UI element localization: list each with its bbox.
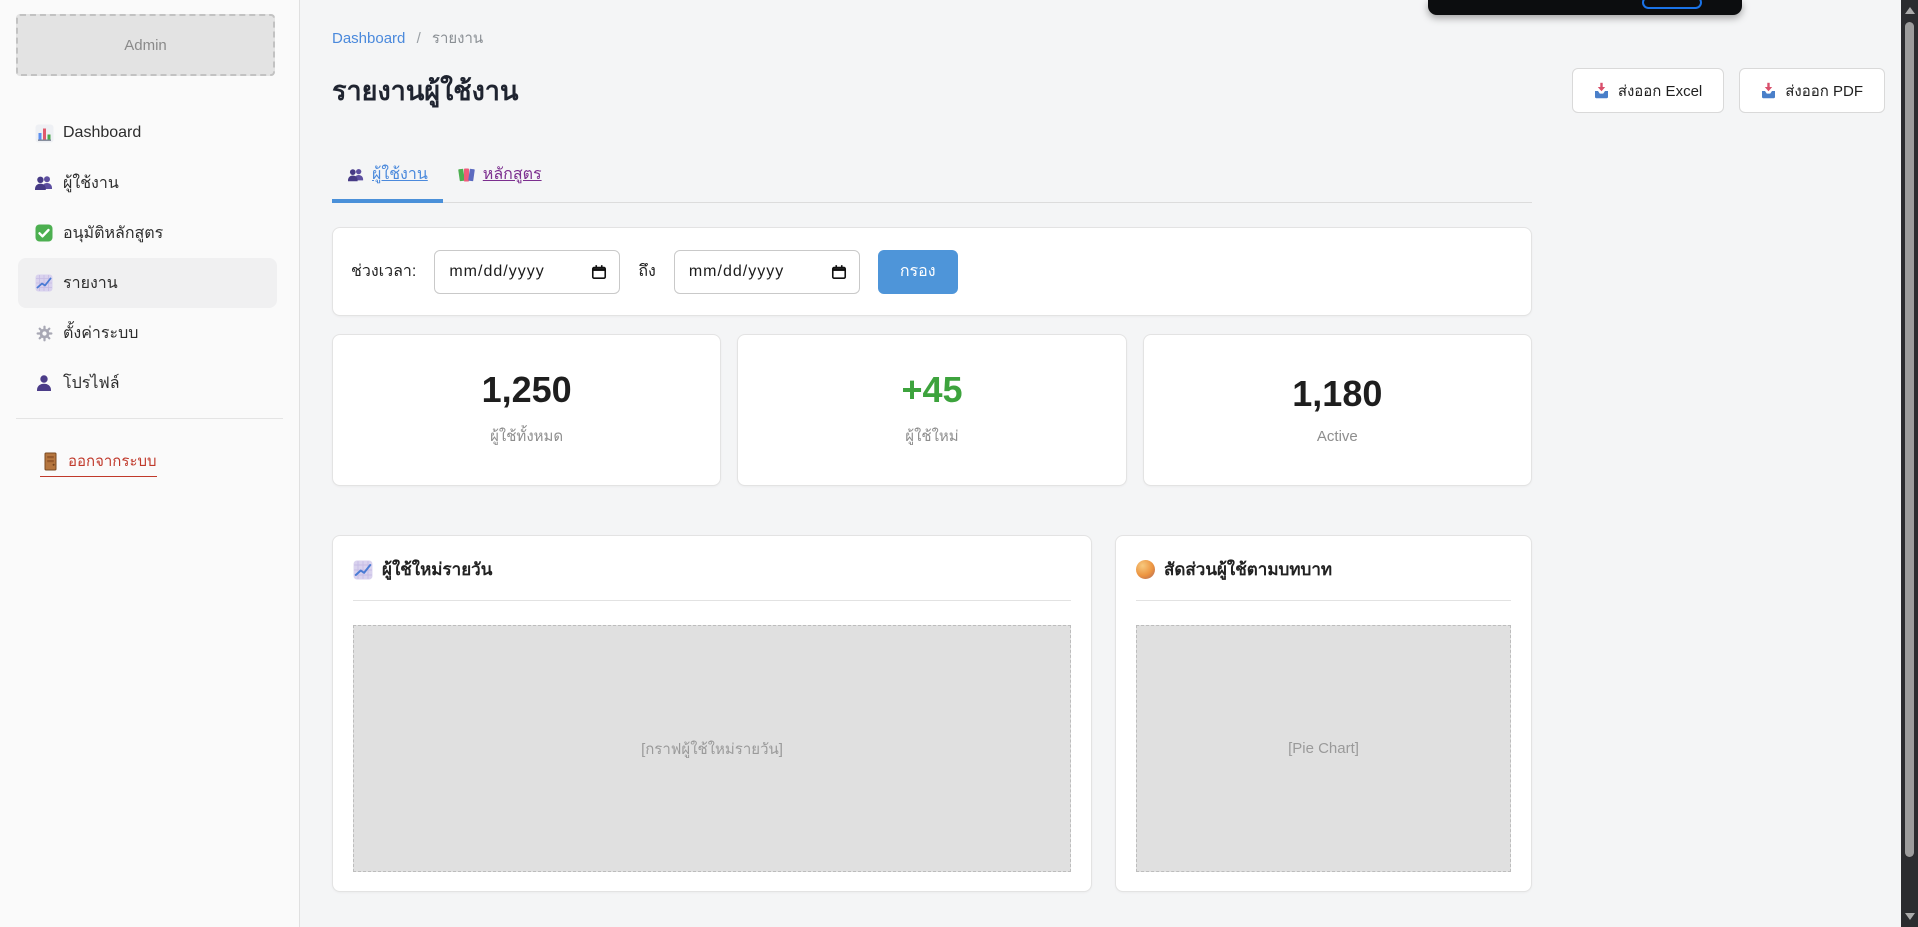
page-header: รายงานผู้ใช้งาน ส่งออก Excel ส่งออก PDF bbox=[332, 68, 1885, 113]
sidebar-item-label: อนุมัติหลักสูตร bbox=[63, 221, 163, 246]
sidebar-divider bbox=[16, 418, 283, 419]
stat-card-active-users: 1,180 Active bbox=[1143, 334, 1532, 486]
brand-logo-placeholder: Admin bbox=[16, 14, 275, 76]
filter-card: ช่วงเวลา: mm/dd/yyyy ถึง mm/dd/yyyy กรอง bbox=[332, 227, 1532, 316]
export-excel-label: ส่งออก Excel bbox=[1618, 79, 1702, 103]
vertical-scrollbar[interactable] bbox=[1901, 0, 1918, 927]
breadcrumb: Dashboard / รายงาน bbox=[332, 26, 1885, 50]
breadcrumb-separator: / bbox=[417, 30, 421, 47]
tab-bar: ผู้ใช้งาน หลักสูตร bbox=[332, 153, 1532, 203]
date-from-input[interactable]: mm/dd/yyyy bbox=[434, 250, 620, 294]
sidebar-item-reports[interactable]: รายงาน bbox=[18, 258, 277, 308]
browser-toast[interactable] bbox=[1428, 0, 1742, 15]
stat-value: 1,180 bbox=[1292, 376, 1382, 412]
door-icon bbox=[40, 451, 60, 471]
sidebar-item-label: ผู้ใช้งาน bbox=[63, 171, 119, 196]
sidebar-item-label: Dashboard bbox=[63, 124, 141, 142]
chart-card-daily-new-users: ผู้ใช้ใหม่รายวัน [กราฟผู้ใช้ใหม่รายวัน] bbox=[332, 535, 1092, 892]
bar-chart-icon bbox=[34, 123, 54, 143]
date-range-label: ช่วงเวลา: bbox=[351, 259, 416, 284]
chart-card-divider bbox=[353, 600, 1071, 601]
scrollbar-up-arrow[interactable] bbox=[1905, 7, 1915, 14]
scrollbar-thumb[interactable] bbox=[1905, 22, 1914, 857]
gear-icon bbox=[34, 323, 54, 343]
date-to-value: mm/dd/yyyy bbox=[689, 263, 831, 281]
check-icon bbox=[34, 223, 54, 243]
person-icon bbox=[34, 373, 54, 393]
sidebar-item-settings[interactable]: ตั้งค่าระบบ bbox=[18, 308, 277, 358]
charts-row: ผู้ใช้ใหม่รายวัน [กราฟผู้ใช้ใหม่รายวัน] … bbox=[332, 535, 1532, 892]
breadcrumb-dashboard-link[interactable]: Dashboard bbox=[332, 30, 405, 47]
logout-label: ออกจากระบบ bbox=[68, 449, 157, 473]
export-pdf-button[interactable]: ส่งออก PDF bbox=[1739, 68, 1885, 113]
books-icon bbox=[458, 167, 476, 183]
filter-button[interactable]: กรอง bbox=[878, 250, 958, 294]
stat-card-new-users: +45 ผู้ใช้ใหม่ bbox=[737, 334, 1126, 486]
daily-new-users-chart-placeholder: [กราฟผู้ใช้ใหม่รายวัน] bbox=[353, 625, 1071, 872]
logout-link[interactable]: ออกจากระบบ bbox=[40, 449, 157, 477]
sidebar-item-dashboard[interactable]: Dashboard bbox=[18, 108, 277, 158]
sidebar: Admin Dashboard ผู้ใช้งาน อนุมัติหลักสูต… bbox=[0, 0, 300, 927]
date-to-input[interactable]: mm/dd/yyyy bbox=[674, 250, 860, 294]
chart-title: สัดส่วนผู้ใช้ตามบทบาท bbox=[1164, 556, 1332, 583]
content-column: ผู้ใช้งาน หลักสูตร ช่วงเวลา: mm/dd/yyyy … bbox=[332, 153, 1532, 892]
sidebar-item-label: รายงาน bbox=[63, 271, 118, 296]
chart-card-divider bbox=[1136, 600, 1511, 601]
chart-title: ผู้ใช้ใหม่รายวัน bbox=[382, 556, 492, 583]
export-excel-button[interactable]: ส่งออก Excel bbox=[1572, 68, 1724, 113]
tab-users-label: ผู้ใช้งาน bbox=[372, 162, 428, 187]
pie-chart-placeholder: [Pie Chart] bbox=[1136, 625, 1511, 872]
brand-label: Admin bbox=[124, 37, 167, 54]
sidebar-nav: Dashboard ผู้ใช้งาน อนุมัติหลักสูตร รายง… bbox=[0, 108, 299, 408]
stat-value: +45 bbox=[901, 372, 962, 408]
calendar-icon[interactable] bbox=[831, 264, 847, 280]
stat-label: ผู้ใช้ใหม่ bbox=[905, 424, 958, 448]
users-icon bbox=[34, 173, 54, 193]
export-buttons: ส่งออก Excel ส่งออก PDF bbox=[1572, 68, 1885, 113]
sidebar-item-label: ตั้งค่าระบบ bbox=[63, 321, 138, 346]
stat-card-total-users: 1,250 ผู้ใช้ทั้งหมด bbox=[332, 334, 721, 486]
tab-courses[interactable]: หลักสูตร bbox=[443, 153, 557, 203]
line-chart-icon bbox=[353, 560, 373, 580]
scrollbar-down-arrow[interactable] bbox=[1905, 913, 1915, 920]
pie-icon bbox=[1136, 560, 1155, 579]
to-label: ถึง bbox=[638, 259, 656, 284]
tab-users[interactable]: ผู้ใช้งาน bbox=[332, 153, 443, 203]
users-icon bbox=[347, 167, 365, 183]
stats-row: 1,250 ผู้ใช้ทั้งหมด +45 ผู้ใช้ใหม่ 1,180… bbox=[332, 334, 1532, 486]
stat-value: 1,250 bbox=[482, 372, 572, 408]
breadcrumb-current: รายงาน bbox=[432, 30, 483, 47]
sidebar-item-users[interactable]: ผู้ใช้งาน bbox=[18, 158, 277, 208]
main-content: Dashboard / รายงาน รายงานผู้ใช้งาน ส่งออ… bbox=[300, 0, 1918, 927]
date-from-value: mm/dd/yyyy bbox=[449, 263, 591, 281]
placeholder-text: [Pie Chart] bbox=[1288, 740, 1359, 757]
chart-card-header: สัดส่วนผู้ใช้ตามบทบาท bbox=[1136, 536, 1511, 583]
chart-card-header: ผู้ใช้ใหม่รายวัน bbox=[353, 536, 1071, 583]
export-pdf-label: ส่งออก PDF bbox=[1785, 79, 1863, 103]
download-icon bbox=[1761, 82, 1776, 99]
download-icon bbox=[1594, 82, 1609, 99]
tab-courses-label: หลักสูตร bbox=[483, 162, 542, 187]
sidebar-item-approve-courses[interactable]: อนุมัติหลักสูตร bbox=[18, 208, 277, 258]
sidebar-item-label: โปรไฟล์ bbox=[63, 371, 120, 396]
stat-label: ผู้ใช้ทั้งหมด bbox=[490, 424, 563, 448]
line-chart-icon bbox=[34, 273, 54, 293]
toast-focus-ring[interactable] bbox=[1642, 0, 1702, 9]
calendar-icon[interactable] bbox=[591, 264, 607, 280]
placeholder-text: [กราฟผู้ใช้ใหม่รายวัน] bbox=[641, 737, 783, 761]
chart-card-users-by-role: สัดส่วนผู้ใช้ตามบทบาท [Pie Chart] bbox=[1115, 535, 1532, 892]
stat-label: Active bbox=[1317, 428, 1358, 445]
sidebar-item-profile[interactable]: โปรไฟล์ bbox=[18, 358, 277, 408]
page-title: รายงานผู้ใช้งาน bbox=[332, 69, 518, 112]
